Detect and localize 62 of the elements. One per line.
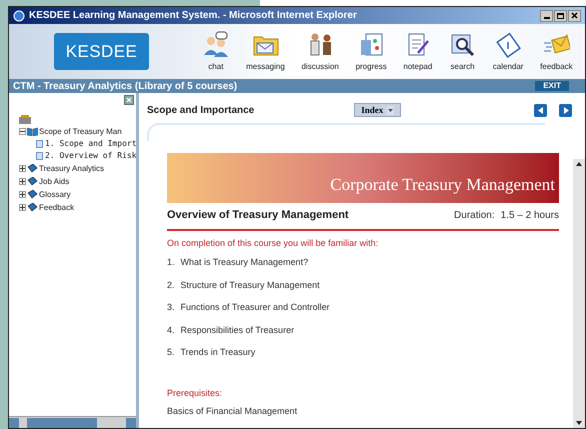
topic-text: Trends in Treasury [180,346,256,359]
toolbar-button[interactable]: discussion [299,30,341,72]
tree-item[interactable]: 1. Scope and Import [45,138,136,150]
topic-text: Responsibilities of Treasurer [180,324,294,337]
duration-label: Duration: [454,208,495,223]
prerequisites-label: Prerequisites: [167,386,224,400]
tree-item[interactable]: Feedback [39,202,74,214]
logo: KESDEE [54,32,150,70]
course-name: Overview of Treasury Management [167,208,349,223]
tree-item[interactable]: Scope of Treasury Man [39,126,122,138]
right-arrow-icon [562,106,568,114]
tree-item[interactable]: 2. Overview of Risk [45,150,136,162]
caret-icon [388,108,394,112]
duration-value: 1.5 – 2 hours [500,208,559,223]
book-icon [27,190,38,199]
left-arrow-icon [538,106,544,114]
topic-text: Functions of Treasurer and Controller [180,301,330,314]
toolbar-button[interactable]: chat [200,30,232,72]
toolbar-button[interactable]: calendar [490,30,526,72]
intro-text: On completion of this course you will be familiar with: [167,236,380,250]
next-button[interactable] [559,104,572,116]
expand-toggle[interactable] [19,165,26,172]
list-number: 2. [167,278,175,292]
close-icon [571,12,578,19]
close-panel-button[interactable] [124,95,134,105]
tree-item[interactable]: Treasury Analytics [39,162,104,174]
list-number: 3. [167,301,175,314]
maximize-button[interactable] [554,10,567,22]
book-icon [27,177,38,186]
toolbar-button[interactable]: feedback [538,30,575,72]
page-heading: Scope and Importance [147,104,254,118]
index-dropdown[interactable]: Index [354,103,402,117]
topic-text: What is Treasury Management? [180,256,308,269]
expand-toggle[interactable] [19,191,26,198]
toolbar-button[interactable]: messaging [244,30,287,72]
prerequisites-text: Basics of Financial Management [167,405,298,418]
expand-toggle[interactable] [19,178,26,185]
exit-button[interactable]: EXIT [535,81,569,91]
toolbar-button[interactable]: progress [354,30,389,72]
chat-icon [202,30,230,58]
window-title: KESDEE Learning Management System. - Microsoft Internet Explorer [29,9,357,23]
banner-title: Corporate Treasury Management [330,174,555,196]
list-number: 4. [167,324,175,336]
close-button[interactable] [568,10,581,22]
toolbar-button[interactable]: search [447,30,478,72]
course-title: CTM - Treasury Analytics (Library of 5 courses) [13,80,238,94]
browser-icon [13,10,25,22]
topic-text: Structure of Treasury Management [180,278,320,292]
list-number: 5. [167,346,175,359]
tree-root-icon [19,115,31,124]
expand-toggle[interactable] [19,204,26,211]
horizontal-scrollbar[interactable] [9,416,136,428]
previous-button[interactable] [534,104,547,116]
open-book-icon [27,127,38,136]
tree-item[interactable]: Glossary [39,188,71,200]
tree-item[interactable]: Job Aids [39,176,70,188]
minimize-button[interactable] [540,10,553,22]
book-icon [27,164,38,173]
list-number: 1. [167,256,175,269]
toolbar-button[interactable]: notepad [401,30,434,72]
book-icon [27,203,38,212]
collapse-toggle[interactable] [19,128,26,135]
